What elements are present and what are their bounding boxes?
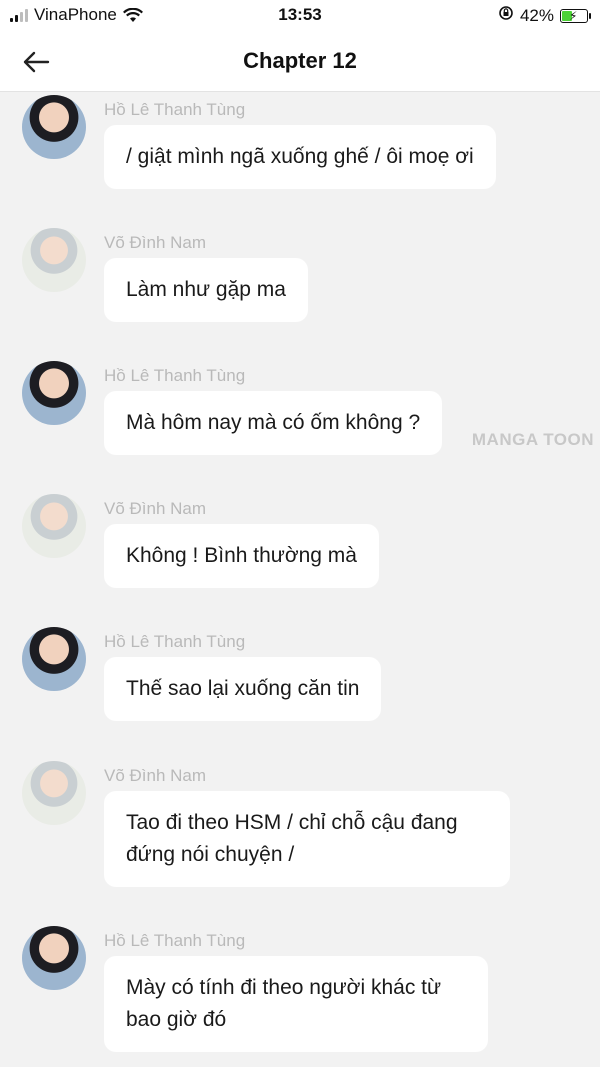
avatar[interactable] [22, 95, 86, 159]
sender-name: Võ Đình Nam [104, 499, 207, 518]
watermark-logo: MANGA TOON [471, 430, 594, 449]
message-bubble: / giật mình ngã xuống ghế / ôi moẹ ơi [104, 125, 496, 189]
message-bubble: Không ! Bình thường mà [104, 524, 379, 588]
sender-name: Hồ Lê Thanh Tùng [104, 366, 246, 385]
sender-name: Hồ Lê Thanh Tùng [104, 931, 246, 950]
avatar[interactable] [22, 361, 86, 425]
avatar[interactable] [22, 926, 86, 990]
sender-name: Hồ Lê Thanh Tùng [104, 632, 246, 651]
sender-name: Hồ Lê Thanh Tùng [104, 100, 246, 119]
orientation-lock-icon [498, 5, 514, 26]
avatar[interactable] [22, 228, 86, 292]
battery-info: 42% ⚡ [498, 5, 591, 26]
message-bubble: Thế sao lại xuống căn tin [104, 657, 382, 721]
message-bubble: Tao đi theo HSM / chỉ chỗ cậu đang đứng … [104, 791, 510, 887]
message-bubble: Mày có tính đi theo người khác từ bao gi… [104, 956, 488, 1052]
chat-thread[interactable]: Hồ Lê Thanh Tùng / giật mình ngã xuống g… [0, 93, 600, 1067]
battery-percent: 42% [519, 5, 554, 25]
message-bubble: Mà hôm nay mà có ốm không ? [104, 391, 443, 455]
avatar[interactable] [22, 627, 86, 691]
sender-name: Võ Đình Nam [104, 766, 207, 785]
message-bubble: Làm như gặp ma [104, 258, 308, 322]
sender-name: Võ Đình Nam [104, 233, 207, 252]
page-title: Chapter 12 [243, 48, 357, 73]
avatar[interactable] [22, 761, 86, 825]
avatar[interactable] [22, 494, 86, 558]
nav-bar: Chapter 12 [0, 32, 600, 92]
battery-icon: ⚡ [560, 8, 591, 23]
status-bar: VinaPhone 13:53 42% ⚡ [0, 0, 600, 32]
